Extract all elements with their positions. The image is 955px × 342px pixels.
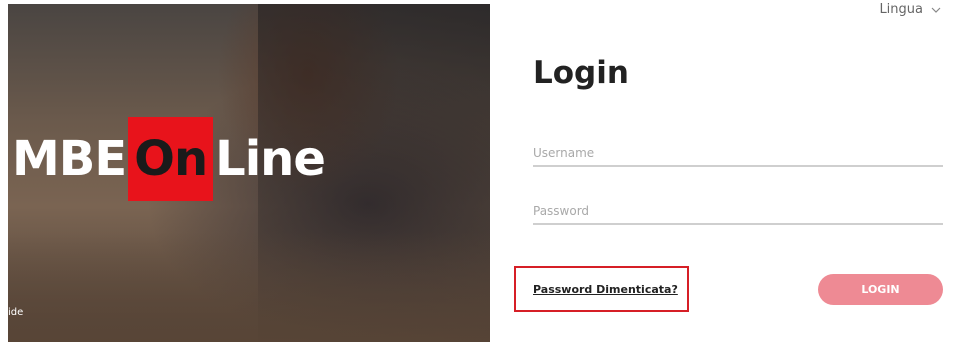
logo-text-right: Line [215,131,326,187]
logo-text-highlight: On [128,117,214,201]
mbe-online-logo: MBE On Line [12,117,326,201]
language-selector[interactable]: Lingua [879,2,941,17]
username-field[interactable] [533,141,943,167]
logo-text-left: MBE [12,131,127,187]
login-button[interactable]: LOGIN [818,274,943,305]
chevron-down-icon [931,2,941,17]
hero-caption: ide [8,307,24,318]
language-label: Lingua [879,2,923,17]
password-field[interactable] [533,199,943,225]
forgot-password-link[interactable]: Password Dimenticata? [533,283,678,296]
hero-image: MBE On Line ide [8,4,490,342]
page-title: Login [533,55,629,91]
